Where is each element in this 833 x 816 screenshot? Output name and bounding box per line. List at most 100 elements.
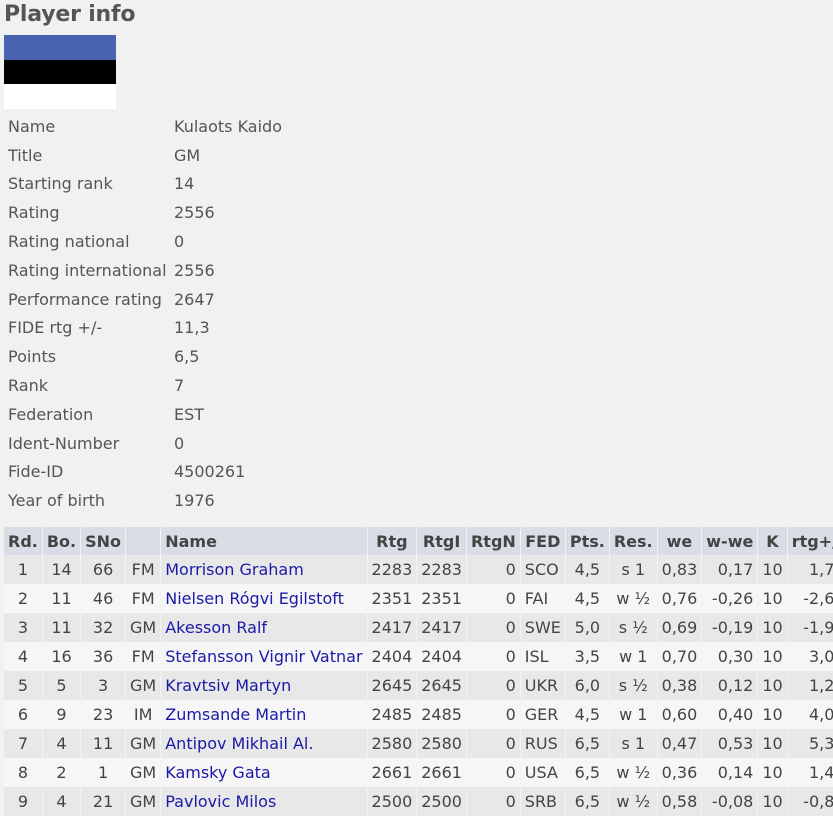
cell-we: 0,83 bbox=[657, 555, 703, 584]
cell-rating: 2661 bbox=[367, 758, 418, 787]
cell-k-factor: 10 bbox=[757, 758, 788, 787]
info-label: Federation bbox=[8, 404, 94, 424]
cell-points: 4,5 bbox=[565, 555, 610, 584]
info-row: Rating national 0 bbox=[0, 227, 282, 256]
info-label: Starting rank bbox=[8, 174, 113, 194]
cell-rating-national: 0 bbox=[466, 671, 521, 700]
cell-name: Kravtsiv Martyn bbox=[160, 671, 368, 700]
cell-title: GM bbox=[125, 787, 162, 816]
games-table: Rd. Bo. SNo Name Rtg RtgI RtgN FED Pts. Res. we w-w… bbox=[4, 527, 833, 816]
cell-title: GM bbox=[125, 671, 162, 700]
info-row: Federation EST bbox=[0, 400, 282, 429]
cell-name: Zumsande Martin bbox=[160, 700, 368, 729]
opponent-link[interactable]: Stefansson Vignir Vatnar bbox=[165, 647, 362, 666]
cell-result: w ½ bbox=[609, 758, 658, 787]
cell-title: FM bbox=[125, 642, 162, 671]
column-header-start-no: SNo bbox=[80, 527, 127, 555]
info-row: Performance rating 2647 bbox=[0, 285, 282, 314]
table-row: 6 9 23 IM Zumsande Martin 2485 2485 0 GER 4,5 w 10… bbox=[4, 700, 833, 729]
opponent-link[interactable]: Antipov Mikhail Al. bbox=[165, 734, 313, 753]
cell-we: 0,47 bbox=[657, 729, 703, 758]
cell-rating-national: 0 bbox=[466, 700, 521, 729]
info-row: Fide-ID 4500261 bbox=[0, 458, 282, 487]
info-row: Points 6,5 bbox=[0, 342, 282, 371]
cell-name: Kamsky Gata bbox=[160, 758, 368, 787]
cell-result: w ½ bbox=[609, 787, 658, 816]
column-header-rating: Rtg bbox=[367, 527, 418, 555]
column-header-board: Bo. bbox=[42, 527, 82, 555]
cell-rating-change: 4,00 bbox=[787, 700, 833, 729]
cell-points: 6,5 bbox=[565, 729, 610, 758]
cell-w-we: 0,30 bbox=[701, 642, 759, 671]
info-label: Name bbox=[8, 116, 56, 136]
opponent-link[interactable]: Kamsky Gata bbox=[165, 763, 270, 782]
cell-we: 0,58 bbox=[657, 787, 703, 816]
cell-name: Nielsen Rógvi Egilstoft bbox=[160, 584, 368, 613]
opponent-link[interactable]: Zumsande Martin bbox=[165, 705, 306, 724]
info-label: Ident-Number bbox=[8, 433, 120, 453]
cell-we: 0,69 bbox=[657, 613, 703, 642]
cell-rating: 2283 bbox=[367, 555, 418, 584]
opponent-link[interactable]: Pavlovic Milos bbox=[165, 792, 276, 811]
cell-round: 7 bbox=[4, 729, 43, 758]
cell-board: 14 bbox=[42, 555, 82, 584]
info-value: 7 bbox=[174, 376, 185, 396]
cell-result: w ½ bbox=[609, 584, 658, 613]
flag-stripe-white bbox=[4, 84, 116, 109]
cell-rating-change: -1,90 bbox=[787, 613, 833, 642]
estonia-flag-icon bbox=[4, 35, 116, 109]
cell-start-no: 36 bbox=[80, 642, 127, 671]
cell-points: 4,5 bbox=[565, 584, 610, 613]
table-row: 3 11 32 GM Akesson Ralf 2417 2417 0 SWE 5,0 s ½ 0,6… bbox=[4, 613, 833, 642]
opponent-link[interactable]: Nielsen Rógvi Egilstoft bbox=[165, 589, 344, 608]
info-value: Kulaots Kaido bbox=[174, 116, 282, 136]
table-row: 8 2 1 GM Kamsky Gata 2661 2661 0 USA 6,5 w ½ 0,36 0,… bbox=[4, 758, 833, 787]
opponent-link[interactable]: Morrison Graham bbox=[165, 560, 304, 579]
cell-rating-change: 3,00 bbox=[787, 642, 833, 671]
cell-round: 2 bbox=[4, 584, 43, 613]
cell-rating-national: 0 bbox=[466, 758, 521, 787]
cell-we: 0,70 bbox=[657, 642, 703, 671]
flag-stripe-black bbox=[4, 59, 116, 85]
cell-title: IM bbox=[125, 700, 162, 729]
cell-rating-intl: 2404 bbox=[416, 642, 467, 671]
opponent-link[interactable]: Kravtsiv Martyn bbox=[165, 676, 291, 695]
info-value: 6,5 bbox=[174, 347, 200, 367]
cell-start-no: 11 bbox=[80, 729, 127, 758]
cell-federation: SWE bbox=[520, 613, 566, 642]
cell-rating-national: 0 bbox=[466, 642, 521, 671]
cell-start-no: 3 bbox=[80, 671, 127, 700]
info-value: 0 bbox=[174, 232, 185, 252]
cell-rating: 2485 bbox=[367, 700, 418, 729]
cell-board: 11 bbox=[42, 584, 82, 613]
cell-w-we: 0,40 bbox=[701, 700, 759, 729]
column-header-rating-intl: RtgI bbox=[416, 527, 467, 555]
cell-we: 0,76 bbox=[657, 584, 703, 613]
cell-result: s 1 bbox=[609, 555, 658, 584]
cell-board: 2 bbox=[42, 758, 82, 787]
cell-federation: FAI bbox=[520, 584, 566, 613]
info-row: Rating international 2556 bbox=[0, 256, 282, 285]
column-header-rating-change: rtg+/- bbox=[787, 527, 833, 555]
info-value: 2556 bbox=[174, 260, 215, 280]
table-row: 5 5 3 GM Kravtsiv Martyn 2645 2645 0 UKR 6,0 s ½ 0,… bbox=[4, 671, 833, 700]
cell-board: 4 bbox=[42, 729, 82, 758]
info-row: Title GM bbox=[0, 141, 282, 170]
cell-rating-intl: 2500 bbox=[416, 787, 467, 816]
cell-federation: ISL bbox=[520, 642, 566, 671]
info-row: Ident-Number 0 bbox=[0, 429, 282, 458]
cell-k-factor: 10 bbox=[757, 642, 788, 671]
cell-rating: 2417 bbox=[367, 613, 418, 642]
cell-federation: GER bbox=[520, 700, 566, 729]
info-value: 2556 bbox=[174, 203, 215, 223]
flag-stripe-blue bbox=[4, 35, 116, 60]
info-row: Rating 2556 bbox=[0, 198, 282, 227]
cell-rating-change: 1,40 bbox=[787, 758, 833, 787]
cell-rating-intl: 2351 bbox=[416, 584, 467, 613]
cell-board: 11 bbox=[42, 613, 82, 642]
opponent-link[interactable]: Akesson Ralf bbox=[165, 618, 267, 637]
info-value: 0 bbox=[174, 433, 185, 453]
cell-result: s ½ bbox=[609, 671, 658, 700]
info-label: Title bbox=[8, 145, 43, 165]
page-title: Player info bbox=[4, 2, 136, 27]
